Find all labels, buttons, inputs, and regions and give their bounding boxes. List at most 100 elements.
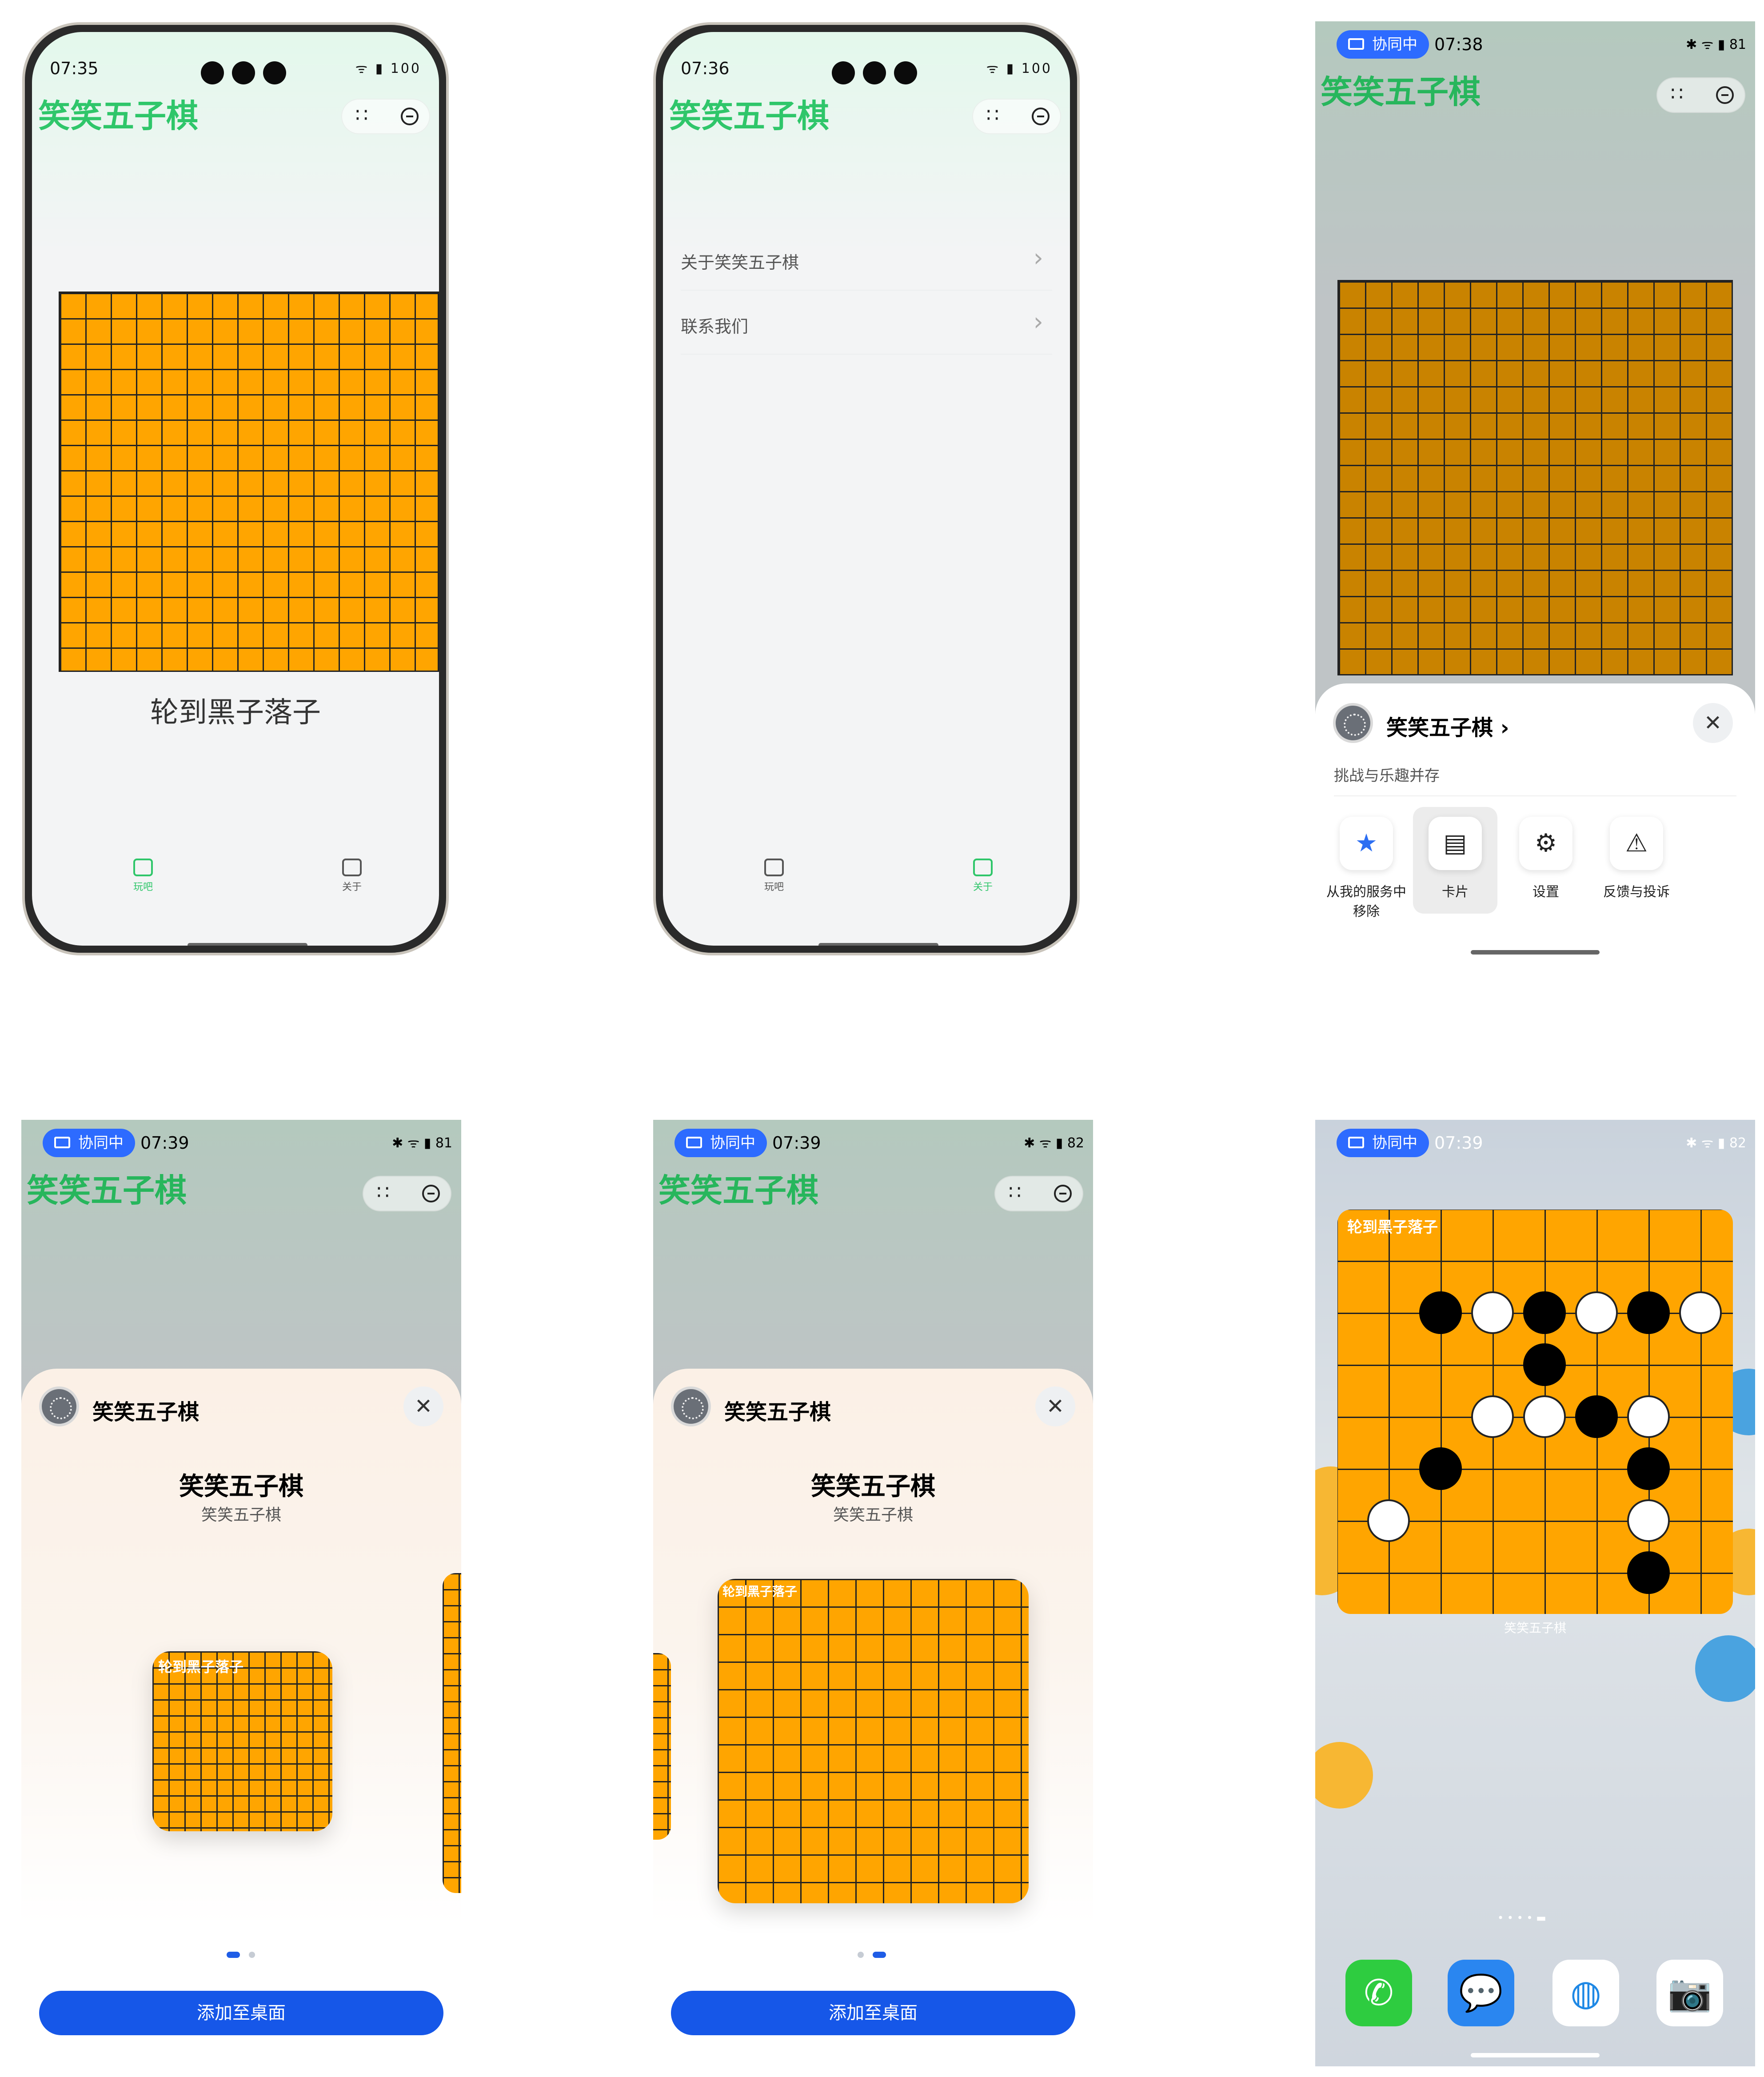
card-title: 笑笑五子棋	[811, 1472, 935, 1501]
status-bar: 07:35 ᯤ ▮ 100	[32, 32, 439, 84]
service-sheet: 笑笑五子棋 › ✕ 挑战与乐趣并存 ★ 从我的服务中移除 ▤ 卡片 ⚙ 设置 ⚠ 反馈与…	[1315, 683, 1755, 968]
widget-label: 轮到黑子落子	[1347, 1218, 1438, 1236]
about-row-label: 关于笑笑五子棋	[681, 253, 799, 272]
screen-add-card-small: 协同中 07:39 ✱ ᯤ ▮ 81 笑笑五子棋 ∷ 笑笑五子棋 ✕ 笑笑五子棋…	[21, 1120, 461, 2066]
mini-app-capsule[interactable]: ∷	[363, 1176, 451, 1211]
white-stone	[1575, 1291, 1618, 1334]
mini-app-capsule[interactable]: ∷	[994, 1176, 1083, 1211]
game-board	[1337, 280, 1733, 675]
minimize-icon[interactable]	[1716, 86, 1734, 104]
battery-indicator: ✱ ᯤ ▮ 81	[1686, 37, 1746, 52]
battery-indicator: ✱ ᯤ ▮ 82	[1024, 1135, 1084, 1151]
black-stone	[1627, 1447, 1670, 1490]
collab-icon	[54, 1137, 70, 1148]
white-stone	[1367, 1499, 1410, 1542]
card-subtitle: 笑笑五子棋	[201, 1506, 281, 1524]
close-icon[interactable]: ✕	[1693, 703, 1733, 743]
tab-play[interactable]: 玩吧	[116, 859, 170, 893]
page-dot	[858, 1952, 864, 1958]
screen-add-card-large: 协同中 07:39 ✱ ᯤ ▮ 82 笑笑五子棋 ∷ 笑笑五子棋 ✕ 笑笑五子棋…	[653, 1120, 1093, 2066]
more-dots-icon[interactable]: ∷	[1009, 1181, 1021, 1204]
widget-label: 轮到黑子落子	[158, 1658, 244, 1675]
collab-icon	[1348, 1137, 1364, 1148]
contact-row[interactable]: 联系我们 ›	[681, 292, 1052, 355]
card-action[interactable]: ▤ 卡片	[1413, 817, 1497, 900]
phone-frame-1: 07:35 ᯤ ▮ 100 笑笑五子棋 ∷ 轮到黑子落子 玩吧 关于	[22, 22, 449, 955]
collab-badge: 协同中	[1337, 1129, 1429, 1157]
phone-icon[interactable]: ✆	[1345, 1960, 1412, 2026]
widget-preview-small[interactable]	[152, 1651, 332, 1831]
camera-icon	[832, 61, 855, 84]
screen-service-menu: 协同中 07:38 ✱ ᯤ ▮ 81 笑笑五子棋 ∷ 笑笑五子棋 › ✕ 挑战与…	[1315, 21, 1755, 968]
messages-icon[interactable]: 💬	[1448, 1960, 1514, 2026]
minimize-icon[interactable]	[1032, 108, 1050, 125]
phone-frame-2: 07:36 ᯤ ▮ 100 笑笑五子棋 ∷ 关于笑笑五子棋 › 联系我们 › 玩…	[653, 22, 1080, 955]
widget-preview-prev[interactable]	[653, 1653, 671, 1840]
settings-action[interactable]: ⚙ 设置	[1504, 817, 1588, 900]
status-time: 07:35	[50, 59, 99, 78]
game-board[interactable]	[59, 292, 439, 672]
more-dots-icon[interactable]: ∷	[355, 104, 368, 127]
minimize-icon[interactable]	[422, 1185, 440, 1202]
camera-icon[interactable]: 📷	[1656, 1960, 1723, 2026]
home-indicator	[818, 943, 938, 946]
battery-indicator: ᯤ ▮ 100	[355, 61, 421, 76]
more-dots-icon[interactable]: ∷	[1671, 83, 1683, 105]
white-stone	[1627, 1395, 1670, 1438]
tab-play[interactable]: 玩吧	[747, 859, 801, 893]
add-to-desktop-button[interactable]: 添加至桌面	[671, 1991, 1075, 2035]
app-logo-icon	[39, 1386, 79, 1426]
sheet-app-name: 笑笑五子棋	[92, 1400, 200, 1425]
more-dots-icon[interactable]: ∷	[986, 104, 999, 127]
app-title: 笑笑五子棋	[659, 1172, 819, 1209]
status-time: 07:39	[772, 1133, 821, 1153]
image-icon	[764, 859, 784, 876]
feedback-action[interactable]: ⚠ 反馈与投诉	[1594, 817, 1679, 900]
about-row[interactable]: 关于笑笑五子棋 ›	[681, 228, 1052, 291]
page-dot-active	[227, 1952, 240, 1958]
home-indicator	[1471, 950, 1600, 955]
emoji-decoration	[1315, 1742, 1373, 1809]
add-card-sheet: 笑笑五子棋 ✕ 笑笑五子棋 笑笑五子棋 轮到黑子落子 添加至桌面	[21, 1369, 461, 2066]
mini-app-capsule[interactable]: ∷	[1656, 77, 1745, 113]
app-logo-icon	[1333, 703, 1373, 743]
tab-about[interactable]: 关于	[325, 859, 379, 893]
image-icon	[133, 859, 153, 876]
app-title: 笑笑五子棋	[38, 97, 199, 135]
app-logo-icon	[671, 1386, 711, 1426]
white-stone	[1471, 1291, 1514, 1334]
list-icon	[342, 859, 362, 876]
mini-app-capsule[interactable]: ∷	[972, 99, 1061, 134]
home-widget-board[interactable]	[1337, 1210, 1733, 1614]
browser-icon[interactable]: ◍	[1552, 1960, 1619, 2026]
black-stone	[1523, 1291, 1566, 1334]
list-icon	[973, 859, 993, 876]
battery-indicator: ✱ ᯤ ▮ 81	[392, 1135, 452, 1151]
widget-preview-next[interactable]	[443, 1573, 461, 1893]
status-time: 07:38	[1434, 35, 1483, 54]
camera-icon	[263, 61, 286, 84]
minimize-icon[interactable]	[401, 108, 419, 125]
add-to-desktop-button[interactable]: 添加至桌面	[39, 1991, 443, 2035]
remove-service-action[interactable]: ★ 从我的服务中移除	[1324, 817, 1409, 920]
status-time: 07:39	[1434, 1133, 1483, 1153]
camera-icon	[232, 61, 255, 84]
more-dots-icon[interactable]: ∷	[377, 1181, 389, 1204]
black-stone	[1575, 1395, 1618, 1438]
contact-row-label: 联系我们	[681, 317, 749, 336]
close-icon[interactable]: ✕	[403, 1386, 443, 1426]
collab-icon	[1348, 38, 1364, 50]
minimize-icon[interactable]	[1054, 1185, 1072, 1202]
mini-app-capsule[interactable]: ∷	[341, 99, 430, 134]
sheet-title[interactable]: 笑笑五子棋 ›	[1386, 710, 1509, 741]
close-icon[interactable]: ✕	[1035, 1386, 1075, 1426]
collab-icon	[686, 1137, 702, 1148]
black-stone	[1627, 1291, 1670, 1334]
sheet-subtitle: 挑战与乐趣并存	[1334, 767, 1440, 785]
widget-preview-large[interactable]	[718, 1579, 1029, 1903]
black-stone	[1419, 1291, 1462, 1334]
divider	[1334, 795, 1736, 796]
warning-icon: ⚠	[1610, 817, 1663, 870]
tab-about[interactable]: 关于	[956, 859, 1010, 893]
emoji-decoration	[1695, 1635, 1755, 1702]
